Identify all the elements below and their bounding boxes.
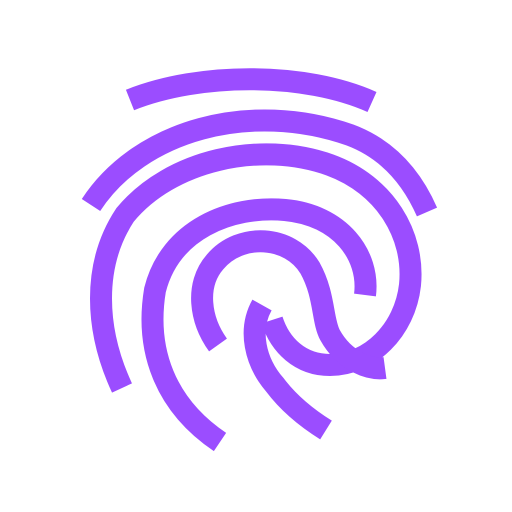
fingerprint-ridge-top bbox=[125, 68, 377, 113]
fingerprint-icon bbox=[81, 68, 438, 452]
icon-canvas bbox=[0, 0, 512, 512]
